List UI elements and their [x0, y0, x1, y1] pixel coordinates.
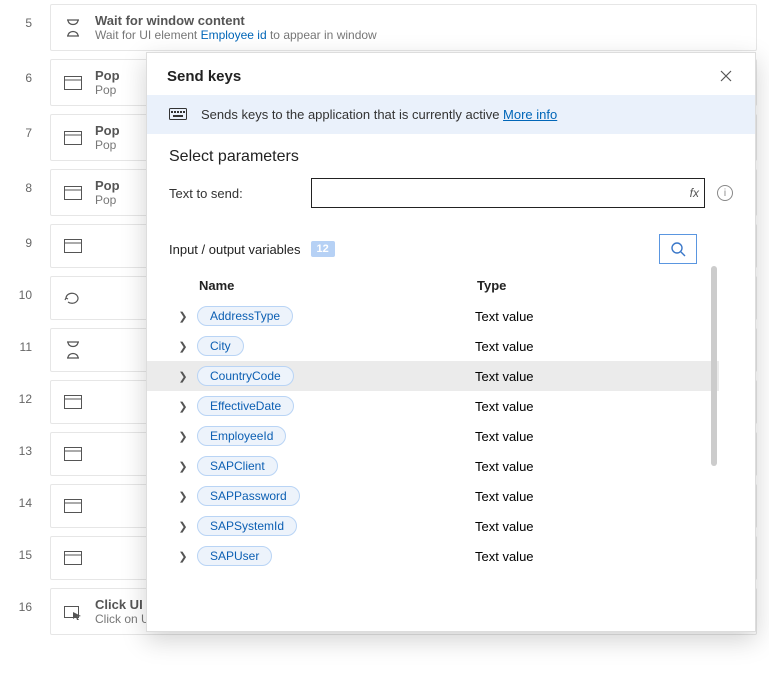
step-subtitle: Pop [95, 83, 120, 97]
variable-row[interactable]: ❯EffectiveDate Text value [147, 391, 719, 421]
variables-table-header: Name Type [147, 270, 719, 301]
variable-pill[interactable]: EffectiveDate [197, 396, 294, 416]
click-icon [63, 602, 83, 622]
window-icon [63, 128, 83, 148]
step-subtitle: Pop [95, 193, 120, 207]
variable-type: Text value [475, 459, 697, 474]
variable-row[interactable]: ❯SAPClient Text value [147, 451, 719, 481]
hourglass-icon [63, 18, 83, 38]
chevron-right-icon[interactable]: ❯ [169, 400, 197, 413]
dialog-title: Send keys [167, 68, 241, 85]
variable-type: Text value [475, 549, 697, 564]
step-number: 11 [0, 328, 50, 372]
step-number: 16 [0, 588, 50, 635]
window-icon [63, 236, 83, 256]
variable-pill[interactable]: SAPSystemId [197, 516, 297, 536]
param-row-text-to-send: Text to send: fx i [147, 170, 755, 216]
chevron-right-icon[interactable]: ❯ [169, 490, 197, 503]
window-icon [63, 444, 83, 464]
chevron-right-icon[interactable]: ❯ [169, 310, 197, 323]
search-button[interactable] [659, 234, 697, 264]
step-number: 8 [0, 169, 50, 216]
col-header-type: Type [477, 278, 697, 293]
window-icon [63, 392, 83, 412]
window-icon [63, 548, 83, 568]
chevron-right-icon[interactable]: ❯ [169, 340, 197, 353]
chevron-right-icon[interactable]: ❯ [169, 460, 197, 473]
variables-header: Input / output variables [169, 242, 301, 257]
step-row[interactable]: 5Wait for window contentWait for UI elem… [0, 0, 769, 55]
step-number: 14 [0, 484, 50, 528]
chevron-right-icon[interactable]: ❯ [169, 370, 197, 383]
variable-row[interactable]: ❯CountryCode Text value [147, 361, 719, 391]
variable-row[interactable]: ❯EmployeeId Text value [147, 421, 719, 451]
step-card[interactable]: Wait for window contentWait for UI eleme… [50, 4, 757, 51]
variable-type: Text value [475, 519, 697, 534]
step-title: Wait for window content [95, 13, 377, 28]
step-number: 13 [0, 432, 50, 476]
variable-pill[interactable]: CountryCode [197, 366, 294, 386]
step-number: 9 [0, 224, 50, 268]
step-link[interactable]: Employee id [201, 28, 267, 42]
variable-pill[interactable]: City [197, 336, 244, 356]
variable-row[interactable]: ❯SAPSystemId Text value [147, 511, 719, 541]
step-subtitle: Wait for UI element Employee id to appea… [95, 28, 377, 42]
step-number: 7 [0, 114, 50, 161]
close-icon[interactable] [717, 67, 735, 85]
step-number: 5 [0, 4, 50, 51]
step-title: Pop [95, 178, 120, 193]
col-header-name: Name [199, 278, 477, 293]
step-title: Pop [95, 68, 120, 83]
send-keys-dialog: Send keys Sends keys to the application … [146, 52, 756, 632]
variable-pill[interactable]: EmployeeId [197, 426, 286, 446]
variable-type: Text value [475, 369, 697, 384]
step-number: 6 [0, 59, 50, 106]
window-icon [63, 496, 83, 516]
variable-type: Text value [475, 489, 697, 504]
scrollbar-thumb[interactable] [711, 266, 717, 466]
variable-pill[interactable]: SAPPassword [197, 486, 300, 506]
variable-type: Text value [475, 399, 697, 414]
variable-type: Text value [475, 339, 697, 354]
param-label: Text to send: [169, 186, 299, 201]
step-number: 12 [0, 380, 50, 424]
step-number: 15 [0, 536, 50, 580]
variable-row[interactable]: ❯SAPPassword Text value [147, 481, 719, 511]
text-to-send-input[interactable] [311, 178, 705, 208]
variable-row[interactable]: ❯City Text value [147, 331, 719, 361]
variable-pill[interactable]: SAPUser [197, 546, 272, 566]
section-heading: Select parameters [147, 134, 755, 170]
window-icon [63, 183, 83, 203]
variable-row[interactable]: ❯SAPUser Text value [147, 541, 719, 571]
variables-count-badge: 12 [311, 241, 335, 257]
info-icon[interactable]: i [717, 185, 733, 201]
keyboard-icon [169, 108, 187, 122]
variable-pill[interactable]: SAPClient [197, 456, 278, 476]
chevron-right-icon[interactable]: ❯ [169, 550, 197, 563]
variable-pill[interactable]: AddressType [197, 306, 293, 326]
banner-text: Sends keys to the application that is cu… [201, 107, 557, 122]
step-number: 10 [0, 276, 50, 320]
more-info-link[interactable]: More info [503, 107, 557, 122]
variable-type: Text value [475, 429, 697, 444]
chevron-right-icon[interactable]: ❯ [169, 430, 197, 443]
step-title: Pop [95, 123, 120, 138]
fx-button[interactable]: fx [690, 186, 699, 200]
hourglass-icon [63, 340, 83, 360]
variables-panel: Input / output variables 12 Name Type ❯A… [147, 228, 719, 571]
variable-type: Text value [475, 309, 697, 324]
step-subtitle: Pop [95, 138, 120, 152]
chevron-right-icon[interactable]: ❯ [169, 520, 197, 533]
dialog-banner: Sends keys to the application that is cu… [147, 95, 755, 134]
variable-row[interactable]: ❯AddressType Text value [147, 301, 719, 331]
loop-icon [63, 288, 83, 308]
window-icon [63, 73, 83, 93]
